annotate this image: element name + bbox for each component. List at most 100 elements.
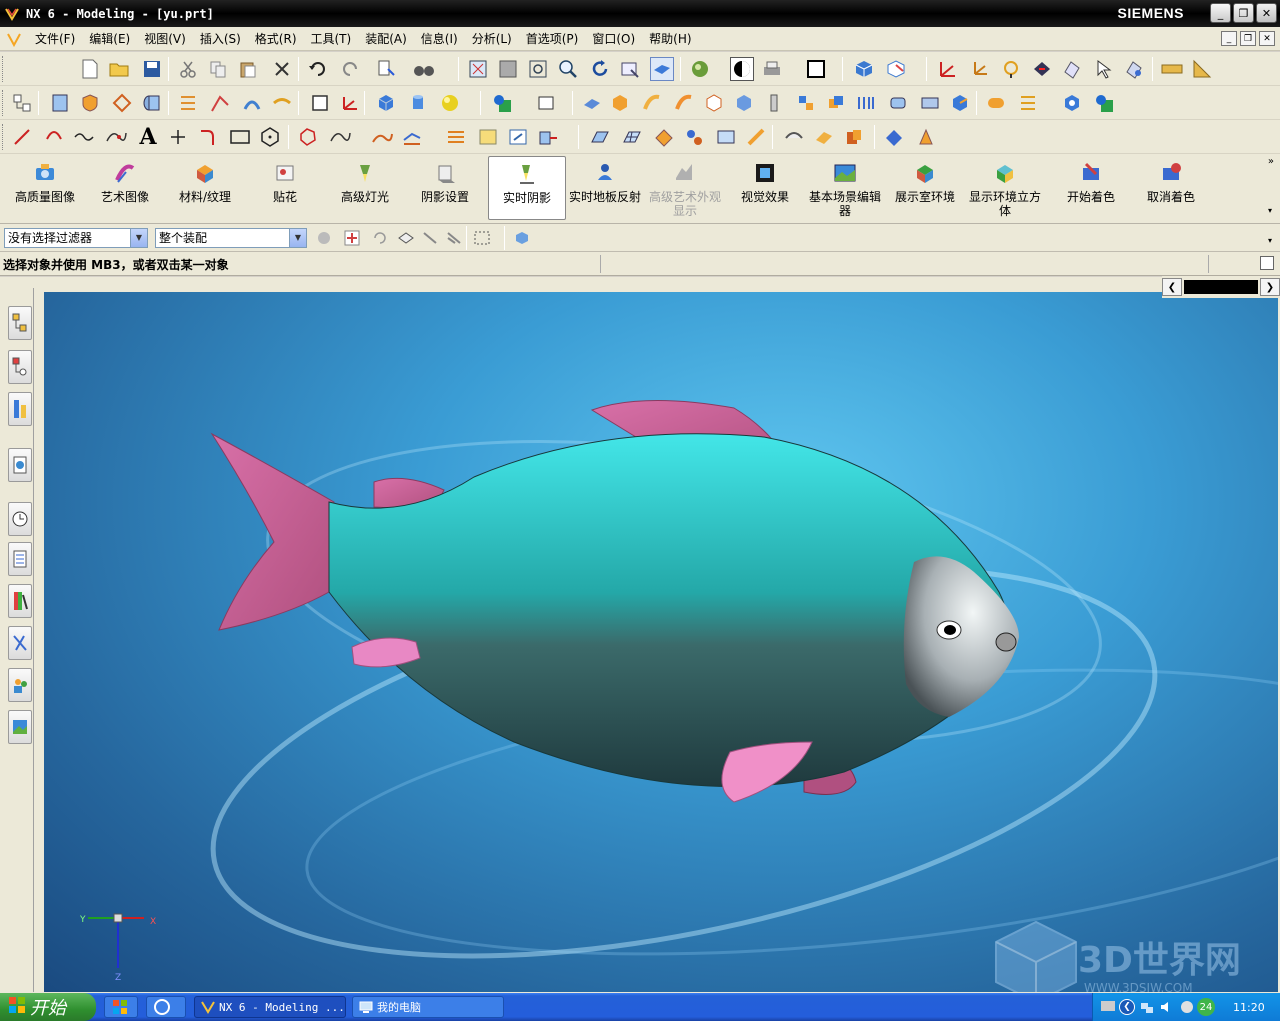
wcs-rotate-icon[interactable]	[1030, 57, 1054, 81]
mesh-surface-icon[interactable]	[620, 125, 644, 149]
scroll-track[interactable]	[1184, 280, 1258, 294]
datum-plane-icon[interactable]	[308, 91, 332, 115]
studio-spline-icon[interactable]	[104, 125, 128, 149]
shell-icon[interactable]	[702, 91, 726, 115]
through-curves-icon[interactable]	[588, 125, 612, 149]
advanced-studio-button[interactable]: 高级艺术外观显示	[646, 156, 724, 220]
box-icon[interactable]	[608, 91, 632, 115]
cylinder-icon[interactable]	[406, 91, 430, 115]
selection-filter-combo[interactable]: 没有选择过滤器 ▼	[4, 228, 148, 248]
cancel-shading-button[interactable]: 取消着色	[1132, 156, 1210, 220]
extrude-icon[interactable]	[140, 91, 164, 115]
constraint-navigator-icon[interactable]	[8, 350, 32, 384]
zoom-icon[interactable]	[556, 57, 580, 81]
selection-bar-options-icon[interactable]: ▾	[1268, 236, 1272, 245]
delete-icon[interactable]	[270, 57, 294, 81]
select-face-icon[interactable]	[418, 226, 442, 250]
task-nx-modeling[interactable]: NX 6 - Modeling ...	[194, 996, 346, 1018]
chevron-down-icon[interactable]: ▼	[289, 229, 306, 247]
intersect-icon[interactable]	[886, 91, 910, 115]
select-cursor-icon[interactable]	[1092, 57, 1116, 81]
color-swatch-icon[interactable]	[804, 57, 828, 81]
background-icon[interactable]	[730, 57, 754, 81]
shield-icon[interactable]	[78, 91, 102, 115]
basic-scene-editor-button[interactable]: 基本场景编辑器	[806, 156, 884, 220]
project-curve-icon[interactable]	[400, 125, 424, 149]
paste-icon[interactable]	[236, 57, 260, 81]
block-icon[interactable]	[374, 91, 398, 115]
part-navigator-icon[interactable]	[8, 392, 32, 426]
surface-icon[interactable]	[580, 91, 604, 115]
copy-icon[interactable]	[206, 57, 230, 81]
line-icon[interactable]	[10, 125, 34, 149]
wcs-orient-icon[interactable]	[936, 57, 960, 81]
snap-view-icon[interactable]	[884, 57, 908, 81]
floor-reflection-button[interactable]: 实时地板反射	[566, 156, 644, 220]
chamfer-icon[interactable]	[1016, 91, 1040, 115]
toolbar-grip[interactable]	[2, 56, 5, 82]
extract-curve-icon[interactable]	[536, 125, 560, 149]
shaded-view-icon[interactable]	[650, 57, 674, 81]
restore-button[interactable]: ❐	[1233, 3, 1254, 23]
thicken-icon[interactable]	[672, 91, 696, 115]
zoom-window-icon[interactable]	[496, 57, 520, 81]
tray-badge[interactable]: 24	[1197, 998, 1215, 1016]
realtime-shadow-button[interactable]: 实时阴影	[488, 156, 566, 220]
arc-icon[interactable]	[42, 125, 66, 149]
orient-view-icon[interactable]	[852, 57, 876, 81]
wcs-origin-icon[interactable]	[1000, 57, 1024, 81]
menu-format[interactable]: 格式(R)	[248, 27, 304, 51]
start-button[interactable]: 开始	[0, 993, 96, 1021]
user-roles-icon[interactable]	[8, 668, 32, 702]
sphere-icon[interactable]	[438, 91, 462, 115]
point-icon[interactable]	[490, 91, 514, 115]
sew-icon[interactable]	[744, 125, 768, 149]
offset-face-icon[interactable]	[732, 91, 756, 115]
blend-icon[interactable]	[176, 91, 200, 115]
doc-close-button[interactable]: ✕	[1259, 31, 1275, 46]
chevron-down-icon[interactable]: ▼	[130, 229, 147, 247]
i-form-icon[interactable]	[812, 125, 836, 149]
boss-icon[interactable]	[1092, 91, 1116, 115]
graphics-window[interactable]: X Y Z 3D世界网 WWW.3DSJW.COM	[44, 292, 1278, 992]
shape-tool-icon[interactable]	[914, 125, 938, 149]
zoom-box-icon[interactable]	[526, 57, 550, 81]
wcs-dynamics-icon[interactable]	[968, 57, 992, 81]
menu-insert[interactable]: 插入(S)	[193, 27, 248, 51]
task-my-computer[interactable]: 我的电脑	[352, 996, 504, 1018]
undo-selection-icon[interactable]	[368, 226, 392, 250]
network-icon[interactable]	[1139, 999, 1155, 1015]
repeat-command-icon[interactable]	[374, 57, 398, 81]
doc-restore-button[interactable]: ❐	[1240, 31, 1256, 46]
sweep-icon[interactable]	[240, 91, 264, 115]
showroom-environment-button[interactable]: 展示室环境	[886, 156, 964, 220]
menu-assembly[interactable]: 装配(A)	[358, 27, 414, 51]
mirror-icon[interactable]	[208, 91, 232, 115]
advanced-lighting-button[interactable]: 高级灯光	[326, 156, 404, 220]
n-sided-surface-icon[interactable]	[682, 125, 706, 149]
rectangle-select-icon[interactable]	[470, 226, 494, 250]
menu-preferences[interactable]: 首选项(P)	[519, 27, 586, 51]
match-edge-icon[interactable]	[842, 125, 866, 149]
document-icon[interactable]	[6, 31, 22, 47]
volume-icon[interactable]	[1159, 999, 1175, 1015]
start-shading-button[interactable]: 开始着色	[1052, 156, 1130, 220]
hole-icon[interactable]	[1060, 91, 1084, 115]
conic-icon[interactable]	[328, 125, 352, 149]
scroll-left-button[interactable]: ❮	[1162, 278, 1182, 296]
keyboard-icon[interactable]	[1101, 1001, 1115, 1011]
sheet-icon[interactable]	[640, 91, 664, 115]
open-folder-icon[interactable]	[108, 57, 132, 81]
visual-effects-button[interactable]: 视觉效果	[726, 156, 804, 220]
security-icon[interactable]	[1179, 999, 1195, 1015]
select-edge-icon[interactable]	[442, 226, 466, 250]
ellipse-icon[interactable]	[296, 125, 320, 149]
edge-blend-icon[interactable]	[984, 91, 1008, 115]
menu-help[interactable]: 帮助(H)	[642, 27, 698, 51]
join-curve-icon[interactable]	[506, 125, 530, 149]
redo-icon[interactable]	[338, 57, 362, 81]
rectangle-icon[interactable]	[228, 125, 252, 149]
toolbar-grip[interactable]	[2, 90, 5, 116]
studio-surface-icon[interactable]	[714, 125, 738, 149]
menu-view[interactable]: 视图(V)	[137, 27, 193, 51]
